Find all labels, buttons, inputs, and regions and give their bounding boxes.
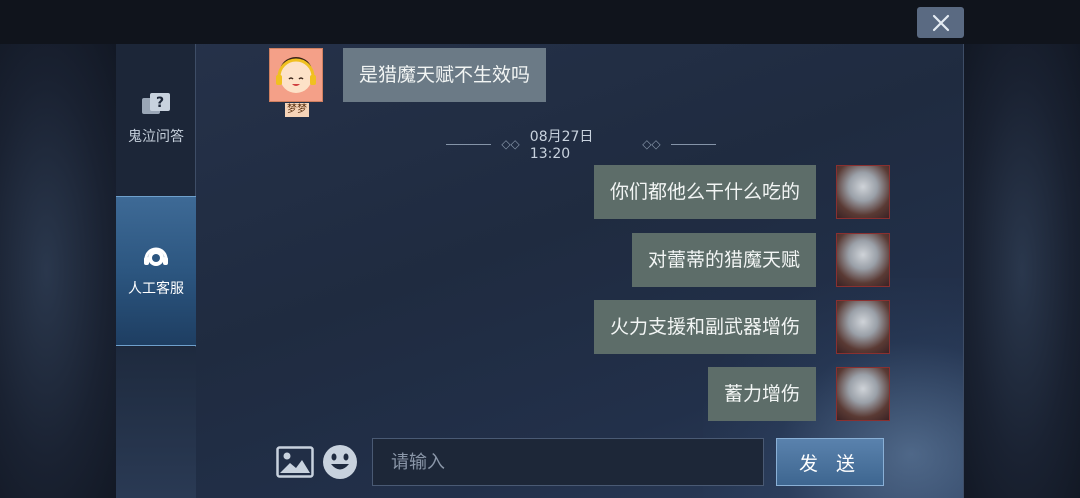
timestamp-divider: ◇◇ 08月27日 13:20 ◇◇ [446,129,716,162]
sidebar: ? 鬼泣问答 人工客服 [116,44,196,498]
background-left [0,44,116,498]
diamond-icon: ◇◇ [642,137,661,151]
svg-text:?: ? [156,95,164,111]
sidebar-item-label: 鬼泣问答 [128,129,184,145]
close-button[interactable] [917,7,964,38]
message-input[interactable] [372,438,764,486]
outgoing-message: 蓄力增伤 [707,367,816,421]
headset-icon [144,247,168,266]
image-icon [276,446,314,478]
emoji-button[interactable] [322,444,358,480]
divider-line [670,143,716,145]
outgoing-message: 你们都他么干什么吃的 [593,165,816,219]
sidebar-decoration [116,347,196,498]
user-avatar[interactable] [836,233,890,287]
send-button[interactable]: 发 送 [776,438,884,486]
background-right [964,44,1080,498]
agent-avatar[interactable] [269,48,323,102]
sidebar-item-faq[interactable]: ? 鬼泣问答 [116,84,196,154]
outgoing-message: 火力支援和副武器增伤 [593,300,816,354]
emoji-icon [323,445,357,479]
girl-avatar-icon [276,57,316,93]
composer: 发 送 [196,430,964,498]
question-chat-icon: ? [142,93,170,114]
image-button[interactable] [276,446,314,478]
user-avatar[interactable] [836,367,890,421]
sidebar-item-label: 人工客服 [128,281,184,297]
timestamp: 08月27日 13:20 [529,129,594,162]
diamond-icon: ◇◇ [501,137,520,151]
close-icon [932,14,949,31]
outgoing-message: 对蕾蒂的猎魔天赋 [631,233,816,287]
sidebar-item-customer-service[interactable]: 人工客服 [116,196,196,346]
user-avatar[interactable] [836,165,890,219]
user-avatar[interactable] [836,300,890,354]
agent-name-tag: 梦梦 [285,103,309,117]
incoming-message: 是猎魔天赋不生效吗 [343,48,547,102]
divider-line [446,143,492,145]
